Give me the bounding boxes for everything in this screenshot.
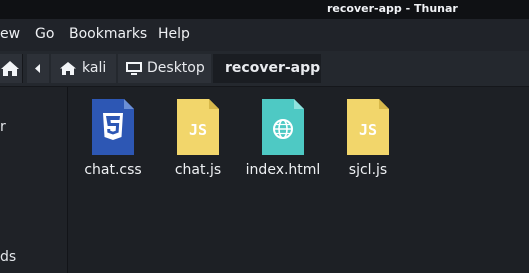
js-file-icon: JS <box>177 99 219 155</box>
menu-bar: ew Go Bookmarks Help <box>0 19 529 51</box>
file-name: chat.css <box>84 162 142 178</box>
home-icon <box>1 61 19 76</box>
menu-bookmarks[interactable]: Bookmarks <box>69 26 147 42</box>
home-icon <box>60 62 76 75</box>
menu-view[interactable]: ew <box>0 26 20 42</box>
window-title: recover-app - Thunar <box>327 2 458 15</box>
crumb-recover-app[interactable]: recover-app <box>213 54 321 83</box>
file-item[interactable]: JS sjcl.js <box>326 99 410 189</box>
file-item[interactable]: chat.css <box>71 99 155 189</box>
file-name: sjcl.js <box>348 162 388 178</box>
file-item[interactable]: index.html <box>241 99 325 189</box>
thunar-window: recover-app - Thunar ew Go Bookmarks Hel… <box>0 0 529 273</box>
crumb-desktop-label: Desktop <box>147 60 205 76</box>
pathbar-scroll-left-button[interactable] <box>27 54 49 83</box>
html-file-icon <box>262 99 304 155</box>
file-name: chat.js <box>174 162 222 178</box>
svg-text:JS: JS <box>189 121 207 139</box>
chevron-left-icon <box>35 64 40 73</box>
desktop-icon <box>126 62 142 75</box>
title-bar: recover-app - Thunar <box>0 0 529 19</box>
crumb-kali-label: kali <box>82 60 107 76</box>
sidebar-item-fragment[interactable]: ds <box>0 249 16 265</box>
file-icon-view: chat.css JS chat.js index.html JS sjcl.j… <box>68 87 529 273</box>
crumb-recover-app-label: recover-app <box>225 60 321 76</box>
crumb-desktop[interactable]: Desktop <box>118 54 211 83</box>
menu-help[interactable]: Help <box>158 26 190 42</box>
css-file-icon <box>92 99 134 155</box>
pathbar-separator <box>22 54 23 83</box>
crumb-kali[interactable]: kali <box>51 54 116 83</box>
file-item[interactable]: JS chat.js <box>156 99 240 189</box>
file-name: index.html <box>245 162 321 178</box>
menu-go[interactable]: Go <box>35 26 54 42</box>
path-bar: kali Desktop recover-app <box>0 51 529 87</box>
svg-text:JS: JS <box>359 121 377 139</box>
sidebar: r ds <box>0 87 68 273</box>
js-file-icon: JS <box>347 99 389 155</box>
sidebar-item-fragment[interactable]: r <box>0 119 6 135</box>
home-button[interactable] <box>0 54 22 83</box>
